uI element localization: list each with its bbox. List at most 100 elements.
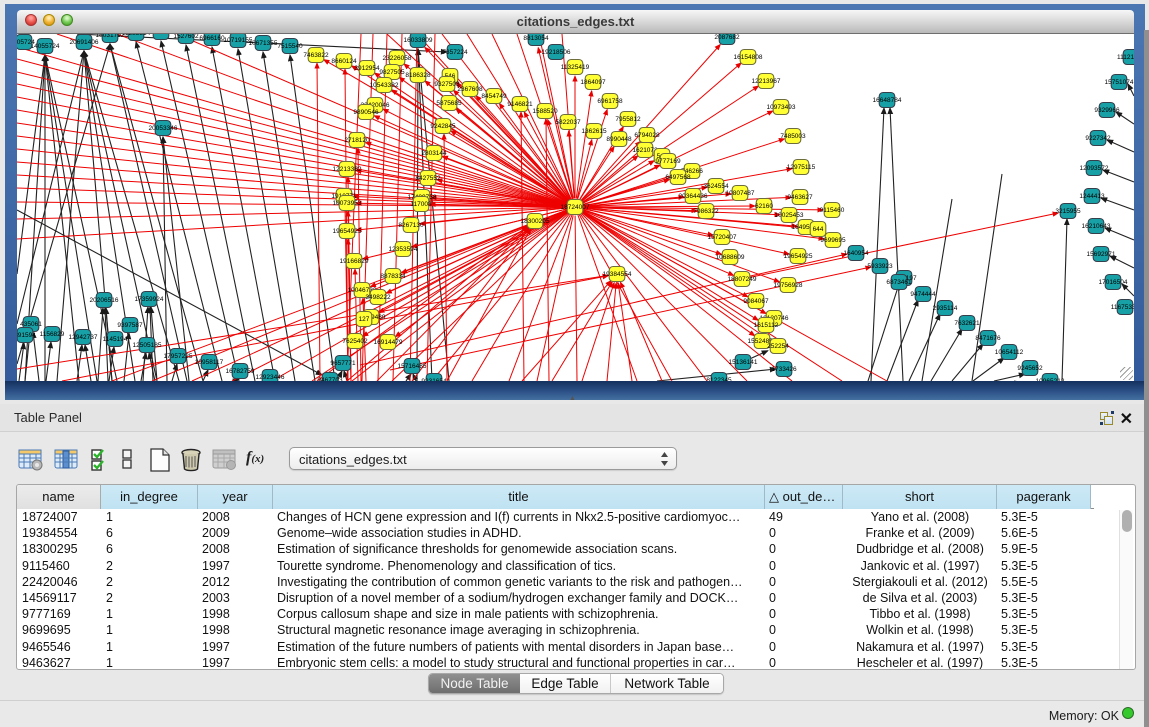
svg-text:252254: 252254 [767,343,789,350]
svg-text:7515540: 7515540 [277,43,303,50]
svg-text:1640954: 1640954 [843,250,869,257]
svg-text:10671355: 10671355 [249,40,278,47]
svg-text:15136141: 15136141 [729,359,758,366]
svg-text:19218506: 19218506 [542,49,571,56]
svg-text:2935114: 2935114 [933,305,958,312]
svg-text:1145194: 1145194 [103,336,128,343]
svg-text:9227342: 9227342 [1085,135,1111,142]
svg-text:6961758: 6961758 [597,98,623,105]
svg-text:644: 644 [813,226,824,233]
svg-text:17957225: 17957225 [164,353,193,360]
svg-text:18724007: 18724007 [561,204,590,211]
svg-text:391594: 391594 [17,332,36,339]
svg-text:8660124: 8660124 [331,58,357,65]
svg-text:9397587: 9397587 [117,322,143,329]
svg-text:62160: 62160 [755,203,773,210]
svg-text:15716485: 15716485 [398,363,427,370]
svg-text:3215955: 3215955 [1055,208,1081,215]
svg-text:127: 127 [359,316,370,323]
svg-text:12213382: 12213382 [333,166,362,173]
svg-text:9699695: 9699695 [820,237,846,244]
svg-text:11121961: 11121961 [1117,54,1134,61]
svg-text:10807487: 10807487 [726,190,755,197]
svg-text:10973493: 10973493 [767,104,796,111]
svg-text:20206516: 20206516 [90,297,119,304]
svg-text:16648784: 16648784 [873,97,902,104]
svg-text:2367608: 2367608 [457,86,483,93]
svg-text:16210643: 16210643 [1082,223,1111,230]
svg-text:7485003: 7485003 [780,133,806,140]
svg-text:1733426: 1733426 [771,366,797,373]
svg-text:8990448: 8990448 [606,136,632,143]
svg-text:9657771: 9657771 [330,360,356,367]
svg-text:12942737: 12942737 [69,334,98,341]
svg-text:16782759: 16782759 [226,368,255,375]
svg-text:2718120: 2718120 [344,137,370,144]
svg-text:17016504: 17016504 [1099,279,1128,286]
svg-text:1527602: 1527602 [173,34,199,40]
svg-text:9242845: 9242845 [430,123,456,130]
svg-text:7625402: 7625402 [342,338,368,345]
svg-text:8813054: 8813054 [523,35,549,42]
svg-text:8454749: 8454749 [481,93,507,100]
svg-text:5933923: 5933923 [867,263,893,270]
svg-text:20053346: 20053346 [149,125,178,132]
svg-text:11325419: 11325419 [561,64,590,71]
svg-text:15720407: 15720407 [708,234,737,241]
svg-text:8427552: 8427552 [415,175,441,182]
svg-text:12353594: 12353594 [389,246,418,253]
svg-text:8186328: 8186328 [405,72,431,79]
svg-text:17359924: 17359924 [135,296,164,303]
svg-text:2087682: 2087682 [714,34,740,41]
svg-text:20364436: 20364436 [679,193,708,200]
svg-text:10025453: 10025453 [775,212,804,219]
svg-text:10688609: 10688609 [716,254,745,261]
svg-text:7463822: 7463822 [303,52,329,59]
svg-text:5822037: 5822037 [555,119,581,126]
svg-text:10965212: 10965212 [1036,378,1065,381]
svg-text:12923446: 12923446 [256,374,285,381]
svg-text:18031792: 18031792 [96,34,125,39]
svg-text:9084067: 9084067 [743,298,769,305]
svg-text:12975115: 12975115 [787,164,816,171]
svg-text:7632621: 7632621 [954,320,980,327]
svg-text:12213967: 12213967 [752,78,781,85]
svg-text:6966160: 6966160 [199,35,225,42]
svg-text:18300295: 18300295 [521,218,550,225]
svg-text:9827505: 9827505 [379,69,405,76]
svg-text:7357224: 7357224 [442,49,468,56]
svg-text:23226058: 23226058 [383,55,412,62]
svg-text:1244413: 1244413 [1079,193,1105,200]
svg-text:16914479: 16914479 [374,339,403,346]
svg-text:5875685: 5875685 [436,100,462,107]
svg-text:10654112: 10654112 [995,349,1024,356]
svg-text:3498222: 3498222 [365,294,391,301]
svg-text:9467703: 9467703 [317,377,343,381]
svg-text:9474444: 9474444 [910,291,936,298]
svg-text:3912954: 3912954 [354,65,380,72]
svg-text:18807249: 18807249 [728,276,757,283]
svg-text:9245652: 9245652 [1017,365,1043,372]
svg-text:9327508: 9327508 [434,81,460,88]
svg-text:19756928: 19756928 [774,282,803,289]
svg-text:11675334: 11675334 [1111,304,1134,311]
svg-text:1588520: 1588520 [532,108,558,115]
svg-text:8267130: 8267130 [398,222,424,229]
svg-text:15751074: 15751074 [1105,79,1134,86]
svg-text:9231654: 9231654 [421,378,447,381]
svg-text:1615112: 1615112 [754,322,779,329]
svg-text:20691406: 20691406 [70,39,99,46]
svg-text:16154808: 16154808 [734,54,763,61]
svg-text:6497568: 6497568 [665,174,691,181]
svg-text:9329966: 9329966 [1094,107,1120,114]
svg-text:19166829: 19166829 [340,258,369,265]
svg-text:10958117: 10958117 [195,359,224,366]
svg-text:10073953: 10073953 [333,200,362,207]
svg-text:9146821: 9146821 [507,101,533,108]
svg-text:7955812: 7955812 [615,116,641,123]
svg-text:9463627: 9463627 [787,194,813,201]
svg-text:905724: 905724 [17,39,35,46]
svg-text:16033809: 16033809 [404,37,433,44]
svg-text:19654925: 19654925 [333,228,362,235]
svg-text:19654925: 19654925 [784,253,813,260]
